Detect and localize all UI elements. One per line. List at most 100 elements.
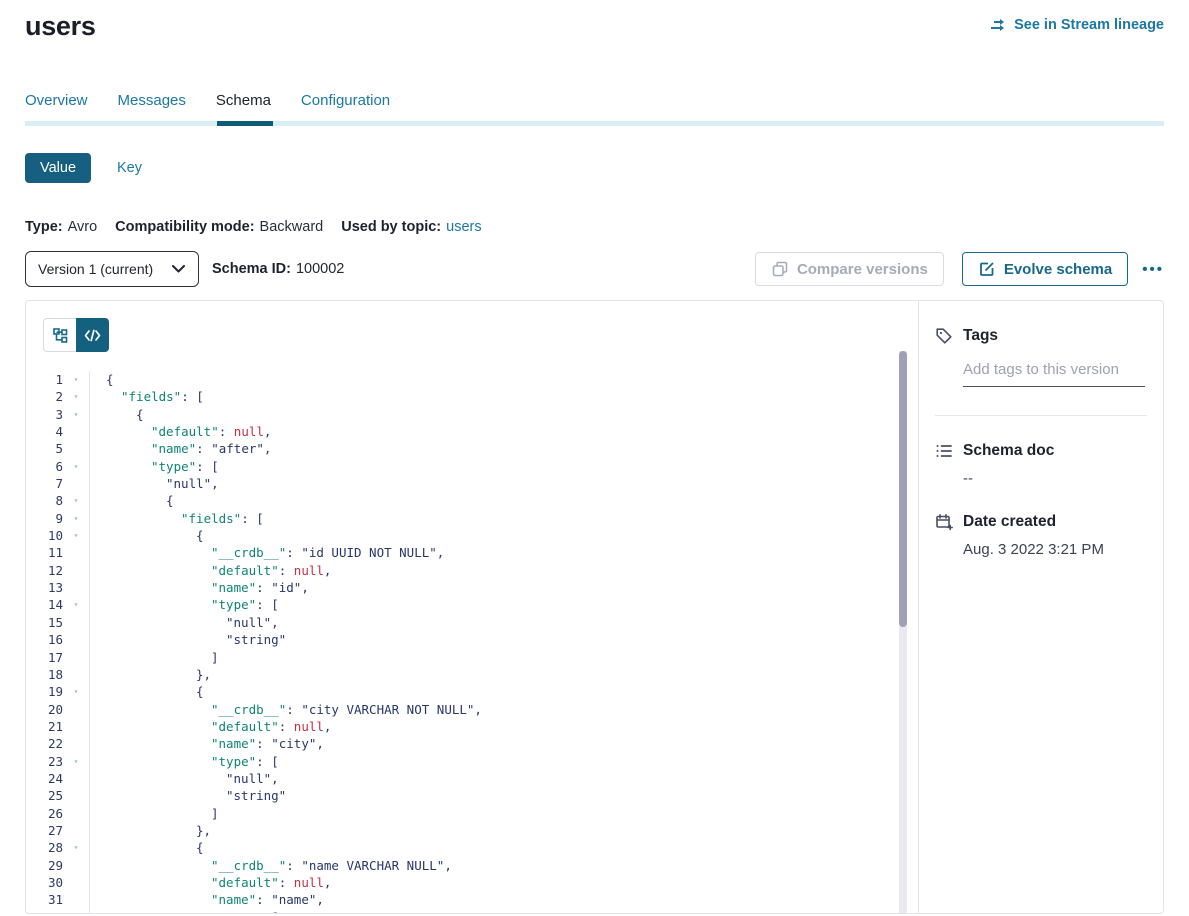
tag-icon: [935, 327, 953, 345]
arrow-spacer: [63, 631, 89, 648]
topic-link[interactable]: users: [446, 219, 481, 235]
collapse-arrow-icon[interactable]: ▾: [63, 839, 89, 856]
tree-view-button[interactable]: [43, 318, 76, 352]
line-number: 31: [26, 891, 63, 908]
code-line: 26]: [26, 805, 894, 822]
evolve-schema-button[interactable]: Evolve schema: [962, 252, 1128, 286]
code-line-content: "default": null,: [89, 874, 894, 891]
code-line-content: "__crdb__": "id UUID NOT NULL",: [89, 544, 894, 561]
code-line-content: {: [89, 683, 894, 700]
line-number: 3: [26, 406, 63, 423]
line-number: 20: [26, 701, 63, 718]
arrow-spacer: [63, 891, 89, 908]
arrow-spacer: [63, 787, 89, 804]
tags-title: Tags: [963, 327, 998, 345]
code-line-content: },: [89, 666, 894, 683]
arrow-spacer: [63, 857, 89, 874]
tab-configuration[interactable]: Configuration: [301, 92, 390, 109]
key-toggle-button[interactable]: Key: [117, 160, 142, 176]
arrow-spacer: [63, 666, 89, 683]
code-line: 7"null",: [26, 475, 894, 492]
compare-versions-label: Compare versions: [797, 261, 928, 278]
collapse-arrow-icon[interactable]: ▾: [63, 753, 89, 770]
code-line: 28▾{: [26, 839, 894, 856]
tab-active-indicator: [217, 121, 273, 126]
code-line: 22"name": "city",: [26, 735, 894, 752]
code-line: 9▾"fields": [: [26, 510, 894, 527]
compare-versions-button[interactable]: Compare versions: [755, 252, 944, 286]
collapse-arrow-icon[interactable]: ▾: [63, 909, 89, 913]
code-line: 19▾{: [26, 683, 894, 700]
value-key-toggle: Value Key: [25, 153, 1164, 183]
tab-schema[interactable]: Schema: [216, 92, 271, 109]
code-scrollbar-thumb[interactable]: [899, 351, 907, 627]
schema-controls-row: Version 1 (current) Schema ID: 100002 Co…: [25, 251, 1164, 287]
line-number: 24: [26, 770, 63, 787]
code-line: 17]: [26, 649, 894, 666]
code-view-button[interactable]: [76, 318, 109, 352]
schema-doc-header: Schema doc: [935, 442, 1147, 460]
line-number: 19: [26, 683, 63, 700]
compare-versions-icon: [771, 260, 789, 278]
more-options-button[interactable]: •••: [1142, 261, 1164, 278]
code-line: 16"string": [26, 631, 894, 648]
arrow-spacer: [63, 423, 89, 440]
code-line: 23▾"type": [: [26, 753, 894, 770]
code-line-content: "name": "name",: [89, 891, 894, 908]
line-number: 30: [26, 874, 63, 891]
collapse-arrow-icon[interactable]: ▾: [63, 510, 89, 527]
version-select[interactable]: Version 1 (current): [25, 251, 199, 287]
line-number: 8: [26, 492, 63, 509]
tab-overview[interactable]: Overview: [25, 92, 88, 109]
line-number: 10: [26, 527, 63, 544]
schema-code-panel: 1▾{2▾"fields": [3▾{4"default": null,5"na…: [26, 301, 918, 913]
line-number: 27: [26, 822, 63, 839]
line-number: 7: [26, 475, 63, 492]
collapse-arrow-icon[interactable]: ▾: [63, 458, 89, 475]
code-line: 10▾{: [26, 527, 894, 544]
value-toggle-button[interactable]: Value: [25, 153, 91, 183]
tab-messages[interactable]: Messages: [118, 92, 186, 109]
code-line-content: {: [89, 839, 894, 856]
schema-meta-row: Type: Avro Compatibility mode: Backward …: [25, 219, 1164, 235]
code-line-content: "fields": [: [89, 388, 894, 405]
add-tags-input[interactable]: [963, 357, 1145, 387]
code-line-content: ]: [89, 649, 894, 666]
chevron-down-icon: [169, 260, 187, 278]
arrow-spacer: [63, 805, 89, 822]
evolve-schema-label: Evolve schema: [1004, 261, 1112, 278]
tab-underline-track: [25, 121, 1164, 126]
arrow-spacer: [63, 475, 89, 492]
collapse-arrow-icon[interactable]: ▾: [63, 371, 89, 388]
arrow-spacer: [63, 562, 89, 579]
arrow-spacer: [63, 822, 89, 839]
code-line-content: {: [89, 492, 894, 509]
collapse-arrow-icon[interactable]: ▾: [63, 527, 89, 544]
tab-bar: Overview Messages Schema Configuration: [25, 92, 1164, 109]
date-created-section: Date created Aug. 3 2022 3:21 PM: [935, 513, 1147, 558]
line-number: 9: [26, 510, 63, 527]
code-line: 30 "default": null,: [26, 874, 894, 891]
collapse-arrow-icon[interactable]: ▾: [63, 596, 89, 613]
schema-sidebar: Tags Schema doc --: [918, 301, 1163, 913]
collapse-arrow-icon[interactable]: ▾: [63, 683, 89, 700]
collapse-arrow-icon[interactable]: ▾: [63, 388, 89, 405]
code-line-content: "default": null,: [89, 718, 894, 735]
schema-doc-value: --: [963, 470, 1147, 487]
collapse-arrow-icon[interactable]: ▾: [63, 406, 89, 423]
see-in-stream-lineage-link[interactable]: See in Stream lineage: [989, 16, 1164, 34]
collapse-arrow-icon[interactable]: ▾: [63, 492, 89, 509]
meta-used-by-topic: Used by topic: users: [341, 219, 481, 235]
code-line: 29"__crdb__": "name VARCHAR NULL",: [26, 857, 894, 874]
code-line-content: "string": [89, 787, 894, 804]
code-line: 14▾"type": [: [26, 596, 894, 613]
code-line: 24"null",: [26, 770, 894, 787]
code-line: 25"string": [26, 787, 894, 804]
schema-id-label: Schema ID:: [212, 261, 291, 277]
code-line: 20"__crdb__": "city VARCHAR NOT NULL",: [26, 701, 894, 718]
line-number: 6: [26, 458, 63, 475]
code-line: 1▾{: [26, 371, 894, 388]
line-number: 23: [26, 753, 63, 770]
lineage-link-label: See in Stream lineage: [1014, 17, 1164, 33]
code-line: 4"default": null,: [26, 423, 894, 440]
